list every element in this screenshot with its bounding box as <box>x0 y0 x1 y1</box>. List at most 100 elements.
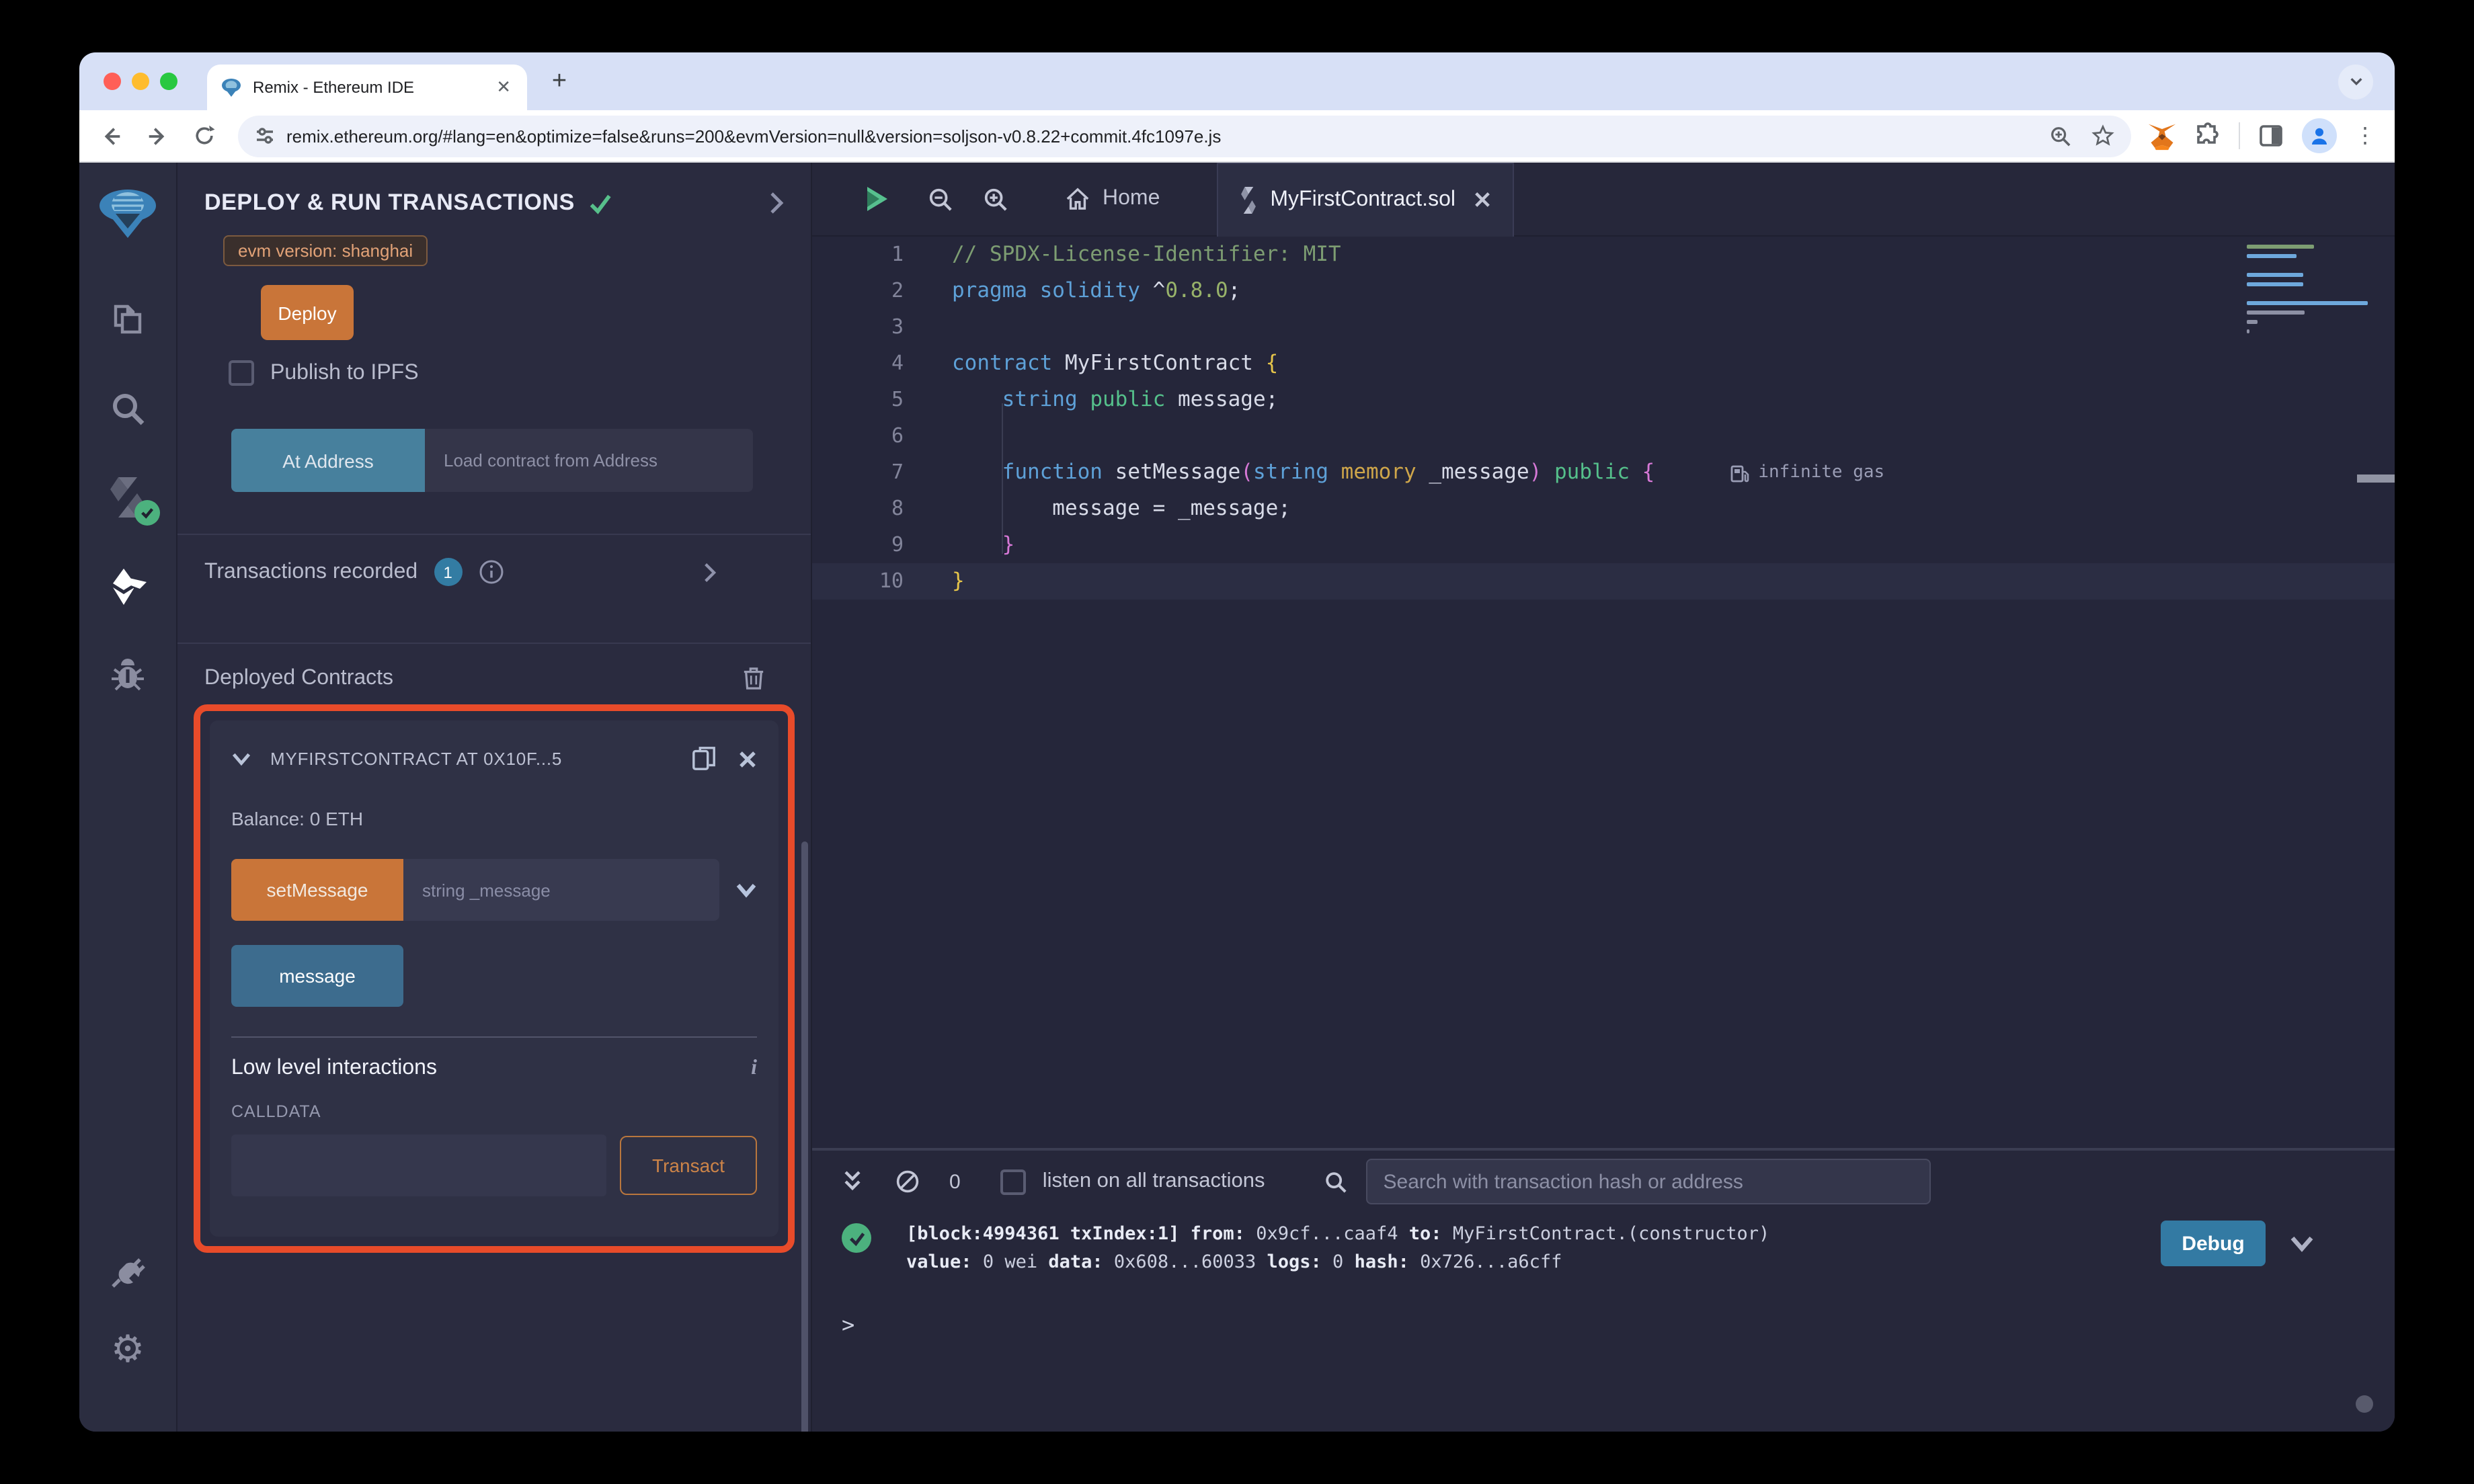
home-icon <box>1066 188 1089 210</box>
profile-avatar[interactable] <box>2302 118 2337 153</box>
tune-icon[interactable] <box>254 125 276 147</box>
tab-close-icon[interactable]: ✕ <box>493 77 514 98</box>
zoom-page-icon[interactable] <box>2049 124 2072 147</box>
close-icon[interactable] <box>738 749 757 768</box>
message-button[interactable]: message <box>231 945 403 1007</box>
info-circle-icon[interactable] <box>478 559 504 585</box>
maximize-window-button[interactable] <box>160 73 177 90</box>
close-window-button[interactable] <box>104 73 121 90</box>
chevron-right-icon[interactable] <box>768 191 784 215</box>
browser-window: Remix - Ethereum IDE ✕ + remix.ethereum.… <box>79 52 2395 1432</box>
minimap-line <box>2247 254 2297 258</box>
code-line[interactable]: 6 <box>812 418 2395 454</box>
settings-gear-icon[interactable]: ⚙ <box>108 1329 148 1370</box>
metamask-icon[interactable] <box>2147 122 2177 150</box>
remix-logo[interactable] <box>95 181 160 246</box>
code-line[interactable]: 4 contract MyFirstContract { <box>812 345 2395 382</box>
code-line[interactable]: 1 // SPDX-License-Identifier: MIT <box>812 237 2395 273</box>
code-line[interactable]: 2 pragma solidity ^0.8.0; <box>812 273 2395 309</box>
zoom-in-icon[interactable] <box>983 186 1008 212</box>
search-icon[interactable] <box>108 388 148 429</box>
line-number: 9 <box>891 532 904 556</box>
listen-all-checkbox[interactable] <box>1000 1169 1027 1194</box>
remix-app: ⚙ DEPLOY & RUN TRANSACTIONS evm version:… <box>79 162 2395 1432</box>
chevron-right-icon[interactable] <box>702 561 717 583</box>
minimap-line <box>2247 320 2258 324</box>
contract-card-header[interactable]: MYFIRSTCONTRACT AT 0X10F...5 <box>231 745 757 773</box>
browser-menu-icon[interactable]: ⋮ <box>2354 122 2376 149</box>
calldata-row: Transact <box>231 1135 757 1196</box>
trash-icon[interactable] <box>742 665 765 691</box>
set-message-input[interactable] <box>403 859 719 921</box>
chevron-down-icon[interactable] <box>735 882 757 898</box>
code-line[interactable]: 8 message = _message; <box>812 491 2395 527</box>
copy-icon[interactable] <box>691 745 717 773</box>
deploy-button[interactable]: Deploy <box>261 285 354 340</box>
clear-console-icon[interactable] <box>895 1169 920 1194</box>
browser-tab[interactable]: Remix - Ethereum IDE ✕ <box>207 65 527 110</box>
at-address-input[interactable] <box>425 429 753 492</box>
at-address-button[interactable]: At Address <box>231 429 425 492</box>
main-area: Home MyFirstContract.sol 1 // SPDX-Licens… <box>812 162 2395 1432</box>
code-line[interactable]: 10} <box>812 563 2395 600</box>
minimize-window-button[interactable] <box>132 73 149 90</box>
line-number: 1 <box>891 242 904 266</box>
zoom-out-icon[interactable] <box>928 186 953 212</box>
chevron-down-icon[interactable] <box>231 751 251 766</box>
calldata-input[interactable] <box>231 1135 606 1196</box>
transact-button[interactable]: Transact <box>620 1136 757 1195</box>
icon-rail: ⚙ <box>79 163 177 1432</box>
collapse-terminal-icon[interactable] <box>842 1169 863 1194</box>
side-panel-icon[interactable] <box>2258 122 2284 149</box>
reload-icon[interactable] <box>192 124 216 148</box>
address-bar[interactable]: remix.ethereum.org/#lang=en&optimize=fal… <box>238 115 2131 157</box>
code-line[interactable]: 5 string public message; <box>812 382 2395 418</box>
set-message-button[interactable]: setMessage <box>231 859 403 921</box>
chevron-down-icon[interactable] <box>2290 1235 2314 1252</box>
plugin-manager-icon[interactable] <box>108 1251 148 1292</box>
terminal-scroll-dot[interactable] <box>2356 1395 2373 1413</box>
code-line[interactable]: 3 <box>812 309 2395 345</box>
run-script-icon[interactable] <box>863 184 890 214</box>
debugger-icon[interactable] <box>108 655 148 695</box>
transactions-recorded-label: Transactions recorded <box>204 560 418 583</box>
tab-search-button[interactable] <box>2338 64 2373 99</box>
debug-button[interactable]: Debug <box>2161 1221 2266 1266</box>
tab-myfirstcontract[interactable]: MyFirstContract.sol <box>1216 162 1515 236</box>
line-number: 4 <box>891 351 904 375</box>
remix-favicon <box>222 79 241 97</box>
code-line[interactable]: 9 } <box>812 527 2395 563</box>
terminal-prompt[interactable]: > <box>842 1312 2395 1337</box>
file-explorer-icon[interactable] <box>108 300 148 340</box>
search-icon <box>1324 1170 1347 1193</box>
deploy-run-icon[interactable] <box>108 566 148 606</box>
panel-scrollbar[interactable] <box>801 841 808 1432</box>
pending-tx-count: 0 <box>949 1170 961 1193</box>
bookmark-star-icon[interactable] <box>2091 124 2115 148</box>
solidity-compiler-icon[interactable] <box>108 477 160 526</box>
url-text[interactable]: remix.ethereum.org/#lang=en&optimize=fal… <box>286 126 2030 146</box>
back-icon[interactable] <box>98 123 124 149</box>
deployed-contract-card: MYFIRSTCONTRACT AT 0X10F...5 Balance: 0 … <box>210 720 779 1237</box>
info-icon[interactable]: i <box>751 1057 757 1081</box>
low-level-title: Low level interactions <box>231 1057 437 1079</box>
code-editor[interactable]: 1 // SPDX-License-Identifier: MIT 2 pragma … <box>812 237 2395 1148</box>
minimap-line <box>2247 245 2314 249</box>
tab-home[interactable]: Home <box>1065 187 1160 211</box>
transactions-recorded-row[interactable]: Transactions recorded 1 <box>177 535 811 608</box>
new-tab-button[interactable]: + <box>541 63 578 100</box>
editor-minimap[interactable] <box>2247 245 2381 339</box>
calldata-label: CALLDATA <box>231 1102 321 1121</box>
forward-icon[interactable] <box>145 123 171 149</box>
close-tab-icon[interactable] <box>1474 191 1492 208</box>
tx-log-line1: [block:4994361 txIndex:1] from: 0x9cf...… <box>906 1223 1770 1245</box>
contract-name: MYFIRSTCONTRACT AT 0X10F...5 <box>270 749 563 769</box>
terminal-search-input[interactable] <box>1365 1159 1931 1204</box>
editor-scrollbar[interactable] <box>2357 475 2395 483</box>
terminal-toolbar: 0 listen on all transactions <box>812 1151 2395 1212</box>
line-number: 3 <box>891 315 904 339</box>
code-line[interactable]: 7 function setMessage(string memory _mes… <box>812 454 2395 491</box>
extensions-icon[interactable] <box>2194 122 2221 149</box>
minimap-line <box>2247 311 2305 315</box>
publish-ipfs-checkbox[interactable] <box>229 360 254 386</box>
